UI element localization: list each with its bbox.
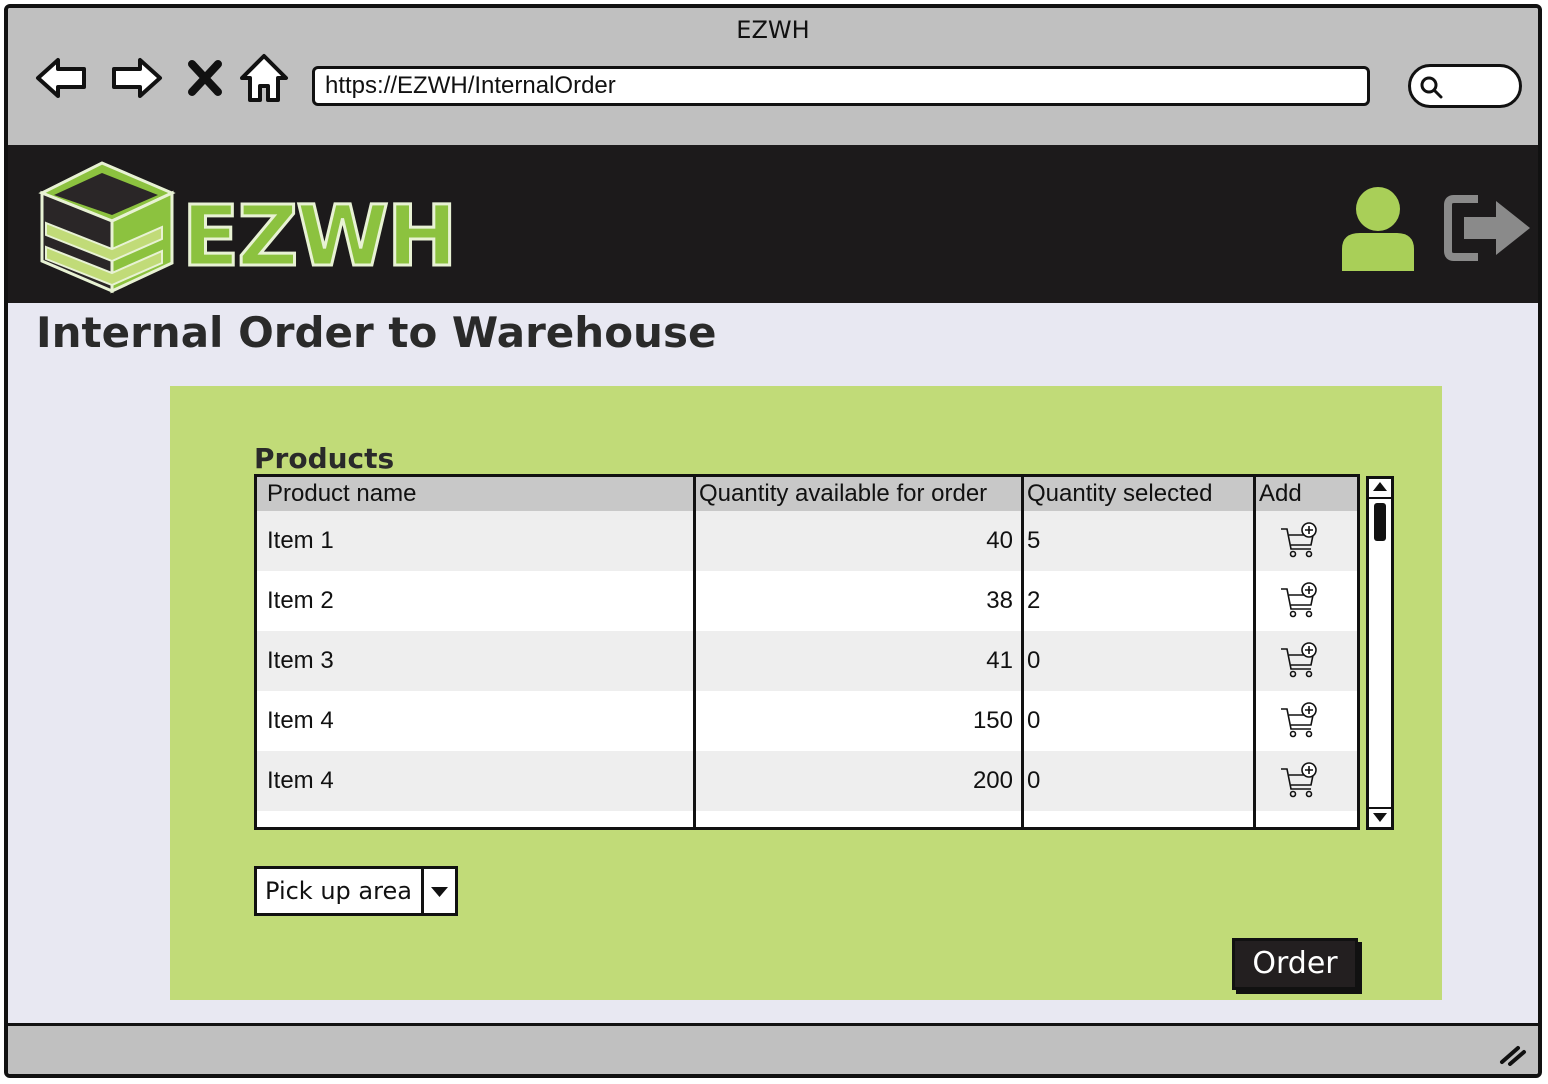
column-divider [693,477,696,827]
table-header: Product name Quantity available for orde… [257,477,1357,511]
quantity-available: 41 [986,647,1013,674]
resize-grip-icon[interactable] [1498,1036,1528,1066]
products-label: Products [254,442,395,475]
window-title: EZWH [736,16,810,44]
table-row[interactable]: Item 4 200 0 [257,751,1357,811]
add-to-cart-icon[interactable] [1279,701,1335,741]
column-header-quantity-available: Quantity available for order [699,480,988,507]
scroll-down-icon[interactable] [1369,807,1391,827]
browser-window: EZWH https://EZWH/InternalOrder EZWH Int… [4,4,1542,1078]
quantity-available: 38 [986,587,1013,614]
product-name: Item 1 [267,527,334,554]
product-name: Item 4 [267,767,334,794]
dropdown-selected-value: Pick up area [265,877,412,905]
close-icon[interactable] [182,50,228,106]
product-name: Item 3 [267,647,334,674]
chevron-down-icon[interactable] [421,869,455,913]
forward-icon[interactable] [108,50,164,106]
url-bar[interactable]: https://EZWH/InternalOrder [312,66,1370,106]
column-header-add: Add [1259,480,1302,507]
scroll-up-icon[interactable] [1369,479,1391,499]
status-bar [8,1023,1538,1074]
page-title: Internal Order to Warehouse [36,308,717,357]
browser-chrome: EZWH https://EZWH/InternalOrder [8,8,1538,145]
quantity-selected[interactable]: 0 [1027,751,1040,811]
table-row[interactable]: Item 4 150 0 [257,691,1357,751]
quantity-selected[interactable]: 0 [1027,631,1040,691]
home-icon[interactable] [236,50,292,106]
product-name: Item 2 [267,587,334,614]
quantity-selected[interactable]: 0 [1027,691,1040,751]
logo-text: EZWH [180,186,458,287]
product-name: Item 4 [267,707,334,734]
table-row[interactable]: Item 3 41 0 [257,631,1357,691]
search-icon [1420,76,1443,99]
column-header-product-name: Product name [267,480,417,507]
order-button[interactable]: Order [1232,938,1358,990]
user-icon[interactable] [1340,185,1416,273]
add-to-cart-icon[interactable] [1279,641,1335,681]
quantity-available: 150 [972,707,1013,734]
browser-search-field[interactable] [1408,64,1522,108]
column-divider [1021,477,1024,827]
add-to-cart-icon[interactable] [1279,581,1335,621]
app-header: EZWH [8,145,1538,303]
table-scrollbar[interactable] [1366,476,1394,830]
pickup-area-dropdown[interactable]: Pick up area [254,866,458,916]
products-table: Product name Quantity available for orde… [254,474,1360,830]
table-row[interactable]: Item 2 38 2 [257,571,1357,631]
add-to-cart-icon[interactable] [1279,761,1335,801]
quantity-selected[interactable]: 2 [1027,571,1040,631]
box-logo-icon [38,161,176,294]
quantity-available: 40 [986,527,1013,554]
column-divider [1253,477,1256,827]
column-header-quantity-selected: Quantity selected [1027,480,1213,507]
logout-icon[interactable] [1444,191,1534,265]
ezwh-logo[interactable]: EZWH [32,157,459,297]
back-icon[interactable] [34,50,90,106]
add-to-cart-icon[interactable] [1279,521,1335,561]
quantity-available: 200 [972,767,1013,794]
order-panel: Products Product name Quantity available… [170,386,1442,1000]
quantity-selected[interactable]: 5 [1027,511,1040,571]
table-row[interactable]: Item 1 40 5 [257,511,1357,571]
scroll-thumb[interactable] [1374,503,1386,541]
